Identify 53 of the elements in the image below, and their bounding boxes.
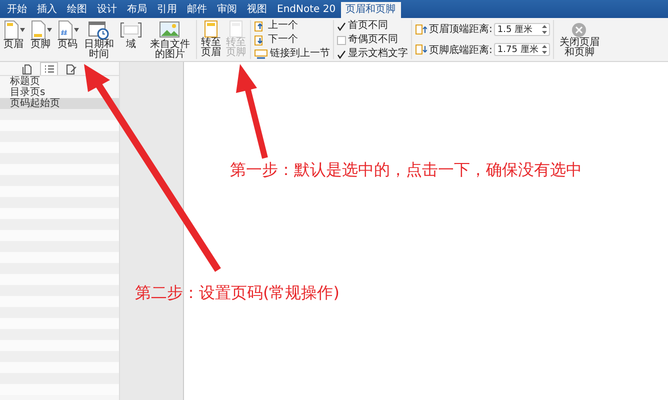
document-pen-icon <box>66 64 77 74</box>
check-icon <box>337 50 346 58</box>
ribbon-tab[interactable]: 邮件 <box>182 2 212 18</box>
link-pages-icon <box>254 48 268 60</box>
spin-field[interactable]: 1.75 厘米 <box>494 43 550 56</box>
ribbon-button[interactable]: 转至页眉 <box>200 20 222 58</box>
option-checkbox[interactable]: 显示文档文字 <box>337 48 408 60</box>
ribbon-button[interactable]: 日期和时间 <box>83 20 115 60</box>
ribbon-tab[interactable]: 引用 <box>152 2 182 18</box>
ribbon-tab[interactable]: 布局 <box>122 2 152 18</box>
picture-icon <box>159 20 181 40</box>
caret-icon <box>47 28 52 32</box>
checkbox[interactable] <box>337 36 346 44</box>
ribbon-button[interactable]: 上一个 <box>254 20 330 32</box>
spin-field[interactable]: 1.5 厘米 <box>494 22 550 36</box>
close-button[interactable]: 关闭页眉和页脚 <box>557 20 602 59</box>
annotation-text: 第一步：默认是选中的，点击一下，确保没有选中 <box>230 160 582 181</box>
checkbox[interactable] <box>337 50 346 58</box>
ribbon-button[interactable]: 页眉 <box>2 20 25 50</box>
ribbon-tab[interactable]: EndNote 20 <box>272 2 341 18</box>
outline-item[interactable]: 目录页s <box>0 87 119 98</box>
list-icon <box>44 64 54 74</box>
ribbon-tab[interactable]: 页眉和页脚 <box>340 2 401 18</box>
pages-icon <box>22 64 32 74</box>
checkbox[interactable] <box>337 22 346 30</box>
ribbon-tab[interactable]: 插入 <box>32 2 62 18</box>
caret-icon <box>74 28 79 32</box>
ribbon-button[interactable]: 页码 <box>56 20 79 50</box>
check-icon <box>337 22 346 30</box>
field-label: 页脚底端距离: <box>429 44 492 57</box>
ribbon-tab[interactable]: 设计 <box>92 2 122 18</box>
ribbon-button[interactable]: 域 <box>119 20 143 50</box>
caret-icon <box>20 28 25 32</box>
option-checkbox[interactable]: 首页不同 <box>337 20 408 32</box>
field-label: 页眉顶端距离: <box>429 22 492 36</box>
outline-item[interactable]: 标题页 <box>0 76 119 87</box>
ribbon-button[interactable]: 链接到上一节 <box>254 48 330 60</box>
ribbon-button[interactable]: 来自文件的图片 <box>147 20 193 60</box>
stepper-icon <box>542 24 548 34</box>
annotation-text: 第二步：设置页码(常规操作) <box>135 283 340 304</box>
ribbon-button[interactable]: 页脚 <box>29 20 52 50</box>
stepper-icon <box>542 45 548 54</box>
outline-item[interactable]: 页码起始页 <box>0 98 119 109</box>
ribbon-tab[interactable]: 视图 <box>242 2 272 18</box>
ribbon-tab[interactable]: 开始 <box>2 2 32 18</box>
ribbon-button[interactable]: 下一个 <box>254 34 330 46</box>
close-icon <box>571 22 588 38</box>
ribbon-tab[interactable]: 绘图 <box>62 2 92 18</box>
header-distance-icon <box>415 24 427 35</box>
pane-tab[interactable] <box>40 62 58 75</box>
option-checkbox[interactable]: 奇偶页不同 <box>337 34 408 46</box>
ribbon-tab[interactable]: 审阅 <box>212 2 242 18</box>
footer-distance-icon <box>415 44 427 56</box>
